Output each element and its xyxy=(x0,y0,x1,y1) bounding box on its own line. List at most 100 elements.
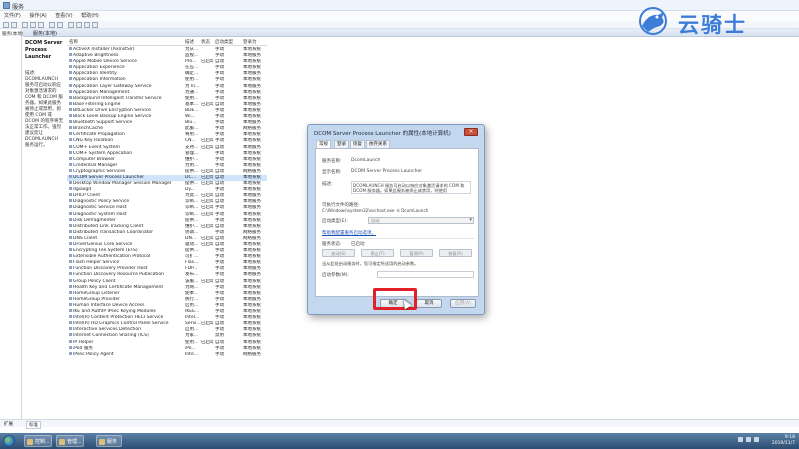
network-icon[interactable] xyxy=(746,437,751,442)
help-configure-link[interactable]: 帮助我配置服务启动选项。 xyxy=(322,230,376,236)
service-startup-cell: 手动 xyxy=(215,290,224,296)
refresh-icon[interactable] xyxy=(30,22,36,28)
restart-service-icon[interactable] xyxy=(92,22,98,28)
start-button[interactable] xyxy=(3,435,15,447)
service-logon-cell: 本地服务 xyxy=(243,83,261,89)
service-description-cell: Dy... xyxy=(185,187,195,193)
watermark-text: 云骑士 xyxy=(678,13,747,37)
taskbar-item-computer-management[interactable]: 管理... xyxy=(56,435,84,447)
service-startup-cell: 自动 xyxy=(215,235,224,241)
divider xyxy=(322,238,474,239)
service-startup-cell: 手动 xyxy=(215,150,224,156)
service-name-cell: Health Key and Certificate Management xyxy=(69,285,184,291)
service-logon-cell: 本地服务 xyxy=(243,53,261,59)
export-icon[interactable] xyxy=(38,22,44,28)
service-name-cell: Application Experience xyxy=(69,65,184,71)
tab-standard[interactable]: 标准 xyxy=(26,421,41,429)
service-logon-cell: 本地系统 xyxy=(243,339,261,345)
dialog-close-button[interactable]: × xyxy=(464,128,478,136)
cancel-button[interactable]: 取消 xyxy=(416,299,442,308)
start-params-hint: 当从此处启动服务时，您可指定所适用的启动参数。 xyxy=(322,261,419,266)
tab-extended[interactable]: 扩展 xyxy=(4,421,13,427)
service-startup-cell: 手动 xyxy=(215,351,224,357)
resume-button[interactable]: 恢复(R) xyxy=(439,249,472,257)
start-params-input[interactable] xyxy=(377,271,474,278)
service-startup-cell: 自动 xyxy=(215,59,224,65)
startup-type-select[interactable]: 自动 xyxy=(368,217,474,224)
column-startup-type[interactable]: 启动类型 xyxy=(215,39,233,45)
service-logon-cell: 本地系统 xyxy=(243,150,261,156)
show-tree-icon[interactable] xyxy=(22,22,28,28)
pause-service-icon[interactable] xyxy=(84,22,90,28)
service-status-value: 已启动 xyxy=(351,242,365,247)
service-startup-cell: 手动 xyxy=(215,107,224,113)
list-header: 名称 描述 状态 启动类型 登录为 xyxy=(67,38,267,46)
service-description-cell: Wi... xyxy=(185,114,195,120)
help-icon[interactable] xyxy=(49,22,55,28)
service-startup-cell: 自动 xyxy=(215,199,224,205)
description-textbox[interactable]: DCOMLAUNCH 服务可启动以响应对象激活请求的 COM 和 DCOM 服务… xyxy=(351,181,471,194)
service-startup-cell: 手动 xyxy=(215,95,224,101)
apply-button[interactable]: 应用(A) xyxy=(450,299,476,308)
service-rows: ActiveX Installer (AxInstSV) 为从... 手动 本地系统 A… xyxy=(67,47,267,358)
volume-icon[interactable] xyxy=(754,437,759,442)
service-name-cell: ActiveX Installer (AxInstSV) xyxy=(69,47,184,53)
service-description-cell: 可扩... xyxy=(185,254,199,260)
service-status-cell: 已启动 xyxy=(201,174,213,180)
tree-node-services-local[interactable]: 服务(本地) xyxy=(2,31,24,37)
service-logon-cell: 本地系统 xyxy=(243,95,261,101)
service-logon-cell: 本地服务 xyxy=(243,205,261,211)
service-startup-cell: 自动 xyxy=(215,193,224,199)
service-name-cell: Function Discovery Resource Publication xyxy=(69,272,184,278)
menu-file[interactable]: 文件(F) xyxy=(4,12,21,21)
service-name-cell: Interactive Services Detection xyxy=(69,327,184,333)
back-icon[interactable] xyxy=(3,22,9,28)
service-startup-cell: 手动 xyxy=(215,205,224,211)
flag-icon[interactable] xyxy=(738,437,743,442)
properties-icon[interactable] xyxy=(57,22,63,28)
table-row[interactable]: IPsec Policy Agent Inte... 手动 网络服务 xyxy=(67,352,267,358)
clock[interactable]: 9:18 2019/11/7 xyxy=(772,435,795,447)
knight-logo-icon xyxy=(639,7,667,35)
service-startup-cell: 自动 xyxy=(215,223,224,229)
service-logon-cell: 本地系统 xyxy=(243,89,261,95)
service-description-cell: Servi... xyxy=(185,321,201,327)
service-status-cell: 已启动 xyxy=(201,181,213,187)
service-startup-cell: 手动 xyxy=(215,315,224,321)
column-logon-as[interactable]: 登录为 xyxy=(243,39,257,45)
menu-help[interactable]: 帮助(H) xyxy=(81,12,99,21)
menu-view[interactable]: 查看(V) xyxy=(55,12,72,21)
service-name-cell: DCOM Server Process Launcher xyxy=(69,175,184,181)
service-startup-cell: 手动 xyxy=(215,345,224,351)
service-description-cell: Inte... xyxy=(185,351,199,357)
service-logon-cell: 本地系统 xyxy=(243,290,261,296)
service-logon-cell: 本地服务 xyxy=(243,272,261,278)
stop-button[interactable]: 停止(T) xyxy=(361,249,394,257)
service-status-cell: 已启动 xyxy=(201,339,213,345)
service-logon-cell: 本地服务 xyxy=(243,266,261,272)
start-service-icon[interactable] xyxy=(68,22,74,28)
column-description[interactable]: 描述 xyxy=(185,39,194,45)
pause-button[interactable]: 暂停(P) xyxy=(400,249,433,257)
forward-icon[interactable] xyxy=(11,22,17,28)
taskbar-item-services[interactable]: 服务 xyxy=(96,435,122,447)
service-status-cell: 已启动 xyxy=(201,144,213,150)
menu-action[interactable]: 操作(A) xyxy=(29,12,46,21)
service-startup-cell: 手动 xyxy=(215,309,224,315)
service-description-cell: 驱动... xyxy=(185,242,199,247)
service-description-cell: 在应... xyxy=(185,65,199,71)
service-description-cell: 为用... xyxy=(185,162,199,168)
service-startup-cell: 自动 xyxy=(215,278,224,284)
column-name[interactable]: 名称 xyxy=(69,39,78,45)
stop-service-icon[interactable] xyxy=(76,22,82,28)
taskbar-item-control-panel[interactable]: 控制... xyxy=(24,435,52,447)
service-name-label: 服务名称: xyxy=(322,159,342,164)
service-name-cell: Distributed Link Tracking Client xyxy=(69,224,184,230)
service-description-cell: 为从... xyxy=(185,47,199,52)
service-name-cell: Base Filtering Engine xyxy=(69,102,184,108)
service-name-cell: BitLocker Drive Encryption Service xyxy=(69,108,184,114)
start-button-disabled[interactable]: 启动(S) xyxy=(322,249,355,257)
service-description-cell: 启用... xyxy=(185,302,199,308)
service-name-cell: Application Identity xyxy=(69,71,184,77)
column-status[interactable]: 状态 xyxy=(201,39,210,45)
